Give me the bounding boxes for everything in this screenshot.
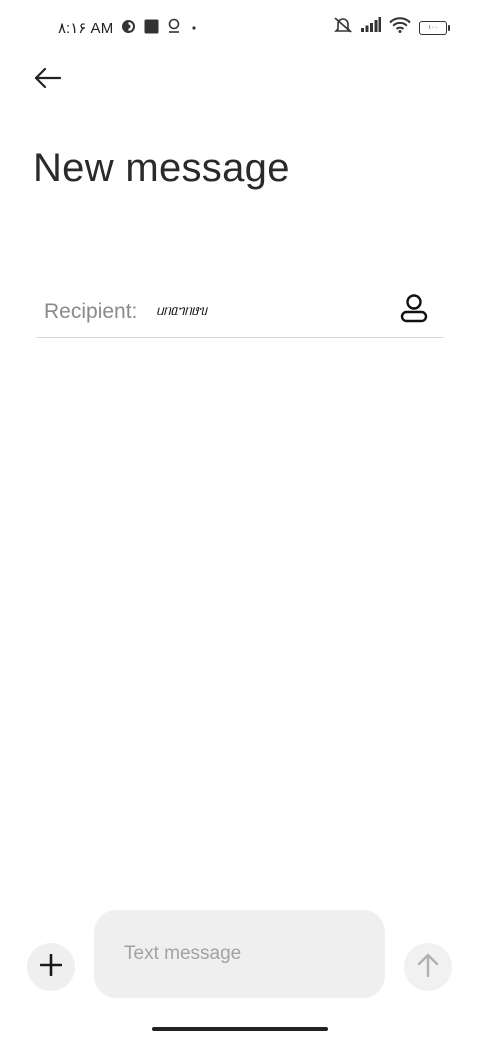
back-button[interactable] (30, 62, 66, 98)
plus-icon (39, 953, 63, 981)
arrow-up-icon (417, 952, 439, 983)
status-bar: ۸:۱۶ AM ۱۰۰ (0, 14, 480, 42)
battery-level: ۱۰۰ (419, 20, 447, 35)
person-icon (400, 293, 428, 328)
add-attachment-button[interactable] (27, 943, 75, 991)
signal-bars-icon (361, 17, 381, 38)
wifi-icon (389, 17, 411, 38)
message-box[interactable] (94, 910, 385, 998)
new-message-screen: ۸:۱۶ AM ۱۰۰ New message Recipient: ᥙᥒᥲᥐᥒ… (0, 0, 480, 1040)
message-input[interactable] (122, 942, 357, 966)
send-button[interactable] (404, 943, 452, 991)
arrow-left-icon (34, 67, 62, 94)
status-time: ۸:۱۶ AM (58, 20, 114, 37)
page-title: New message (33, 146, 290, 190)
silent-mode-icon (333, 16, 353, 39)
recipient-field[interactable]: Recipient: ᥙᥒᥲᥐᥒᥳᥔ (36, 288, 444, 338)
battery-icon: ۱۰۰ (419, 20, 450, 35)
app-notification-icon (121, 19, 136, 38)
status-left: ۸:۱۶ AM (58, 18, 199, 38)
contact-picker-button[interactable] (394, 292, 434, 328)
stop-square-icon (144, 19, 159, 38)
home-indicator[interactable] (152, 1027, 328, 1031)
location-icon (167, 18, 181, 38)
dot-icon (189, 20, 199, 37)
recipient-label: Recipient: (44, 300, 138, 323)
recipient-value[interactable]: ᥙᥒᥲᥐᥒᥳᥔ (156, 302, 207, 319)
status-right: ۱۰۰ (333, 16, 450, 39)
